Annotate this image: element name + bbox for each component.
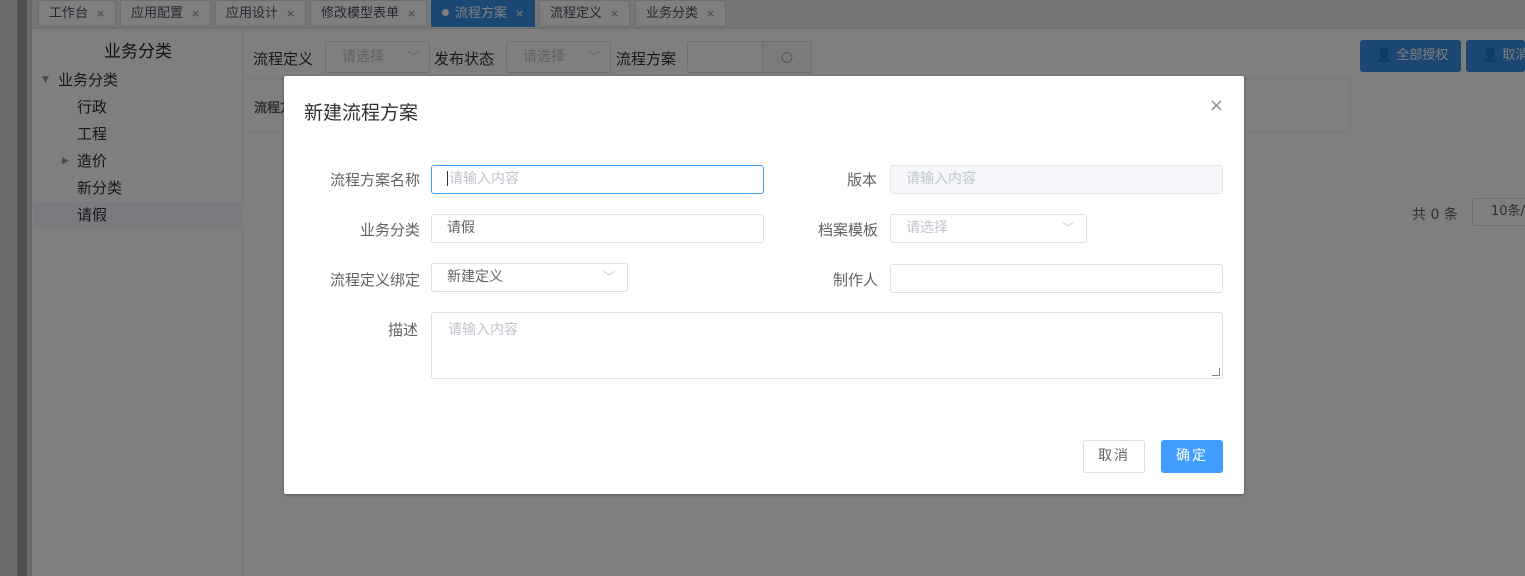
close-icon[interactable]: × — [1209, 95, 1224, 116]
dialog-title: 新建流程方案 — [304, 102, 419, 124]
chevron-down-icon: ﹀ — [602, 270, 615, 284]
textarea-placeholder: 请输入内容 — [448, 322, 518, 338]
scheme-name-label: 流程方案名称 — [330, 171, 421, 189]
template-select[interactable]: 请选择 ﹀ — [890, 214, 1087, 243]
cancel-button[interactable]: 取消 — [1083, 440, 1145, 473]
chevron-down-icon: ﹀ — [1061, 221, 1074, 235]
description-label: 描述 — [388, 321, 419, 339]
version-input: 请输入内容 — [890, 165, 1223, 194]
description-textarea[interactable]: 请输入内容 — [431, 312, 1223, 379]
resize-handle-icon[interactable] — [1212, 368, 1220, 376]
category-label: 业务分类 — [360, 221, 421, 239]
input-value: 请假 — [447, 220, 475, 236]
select-value: 新建定义 — [447, 269, 503, 285]
category-input[interactable]: 请假 — [431, 214, 764, 243]
template-label: 档案模板 — [818, 221, 879, 239]
input-placeholder: 请输入内容 — [906, 171, 976, 187]
definition-binding-label: 流程定义绑定 — [330, 271, 421, 289]
creator-label: 制作人 — [833, 271, 879, 289]
definition-binding-select[interactable]: 新建定义 ﹀ — [431, 263, 628, 292]
creator-input[interactable] — [890, 264, 1223, 293]
confirm-button[interactable]: 确定 — [1161, 440, 1223, 473]
version-label: 版本 — [847, 171, 878, 189]
input-placeholder: 请输入内容 — [449, 171, 519, 187]
text-cursor — [447, 171, 448, 186]
scheme-name-input[interactable]: 请输入内容 — [431, 165, 764, 194]
select-placeholder: 请选择 — [906, 220, 948, 236]
new-scheme-dialog: 新建流程方案 × 流程方案名称 请输入内容 版本 请输入内容 业务分类 请假 档… — [284, 76, 1244, 494]
